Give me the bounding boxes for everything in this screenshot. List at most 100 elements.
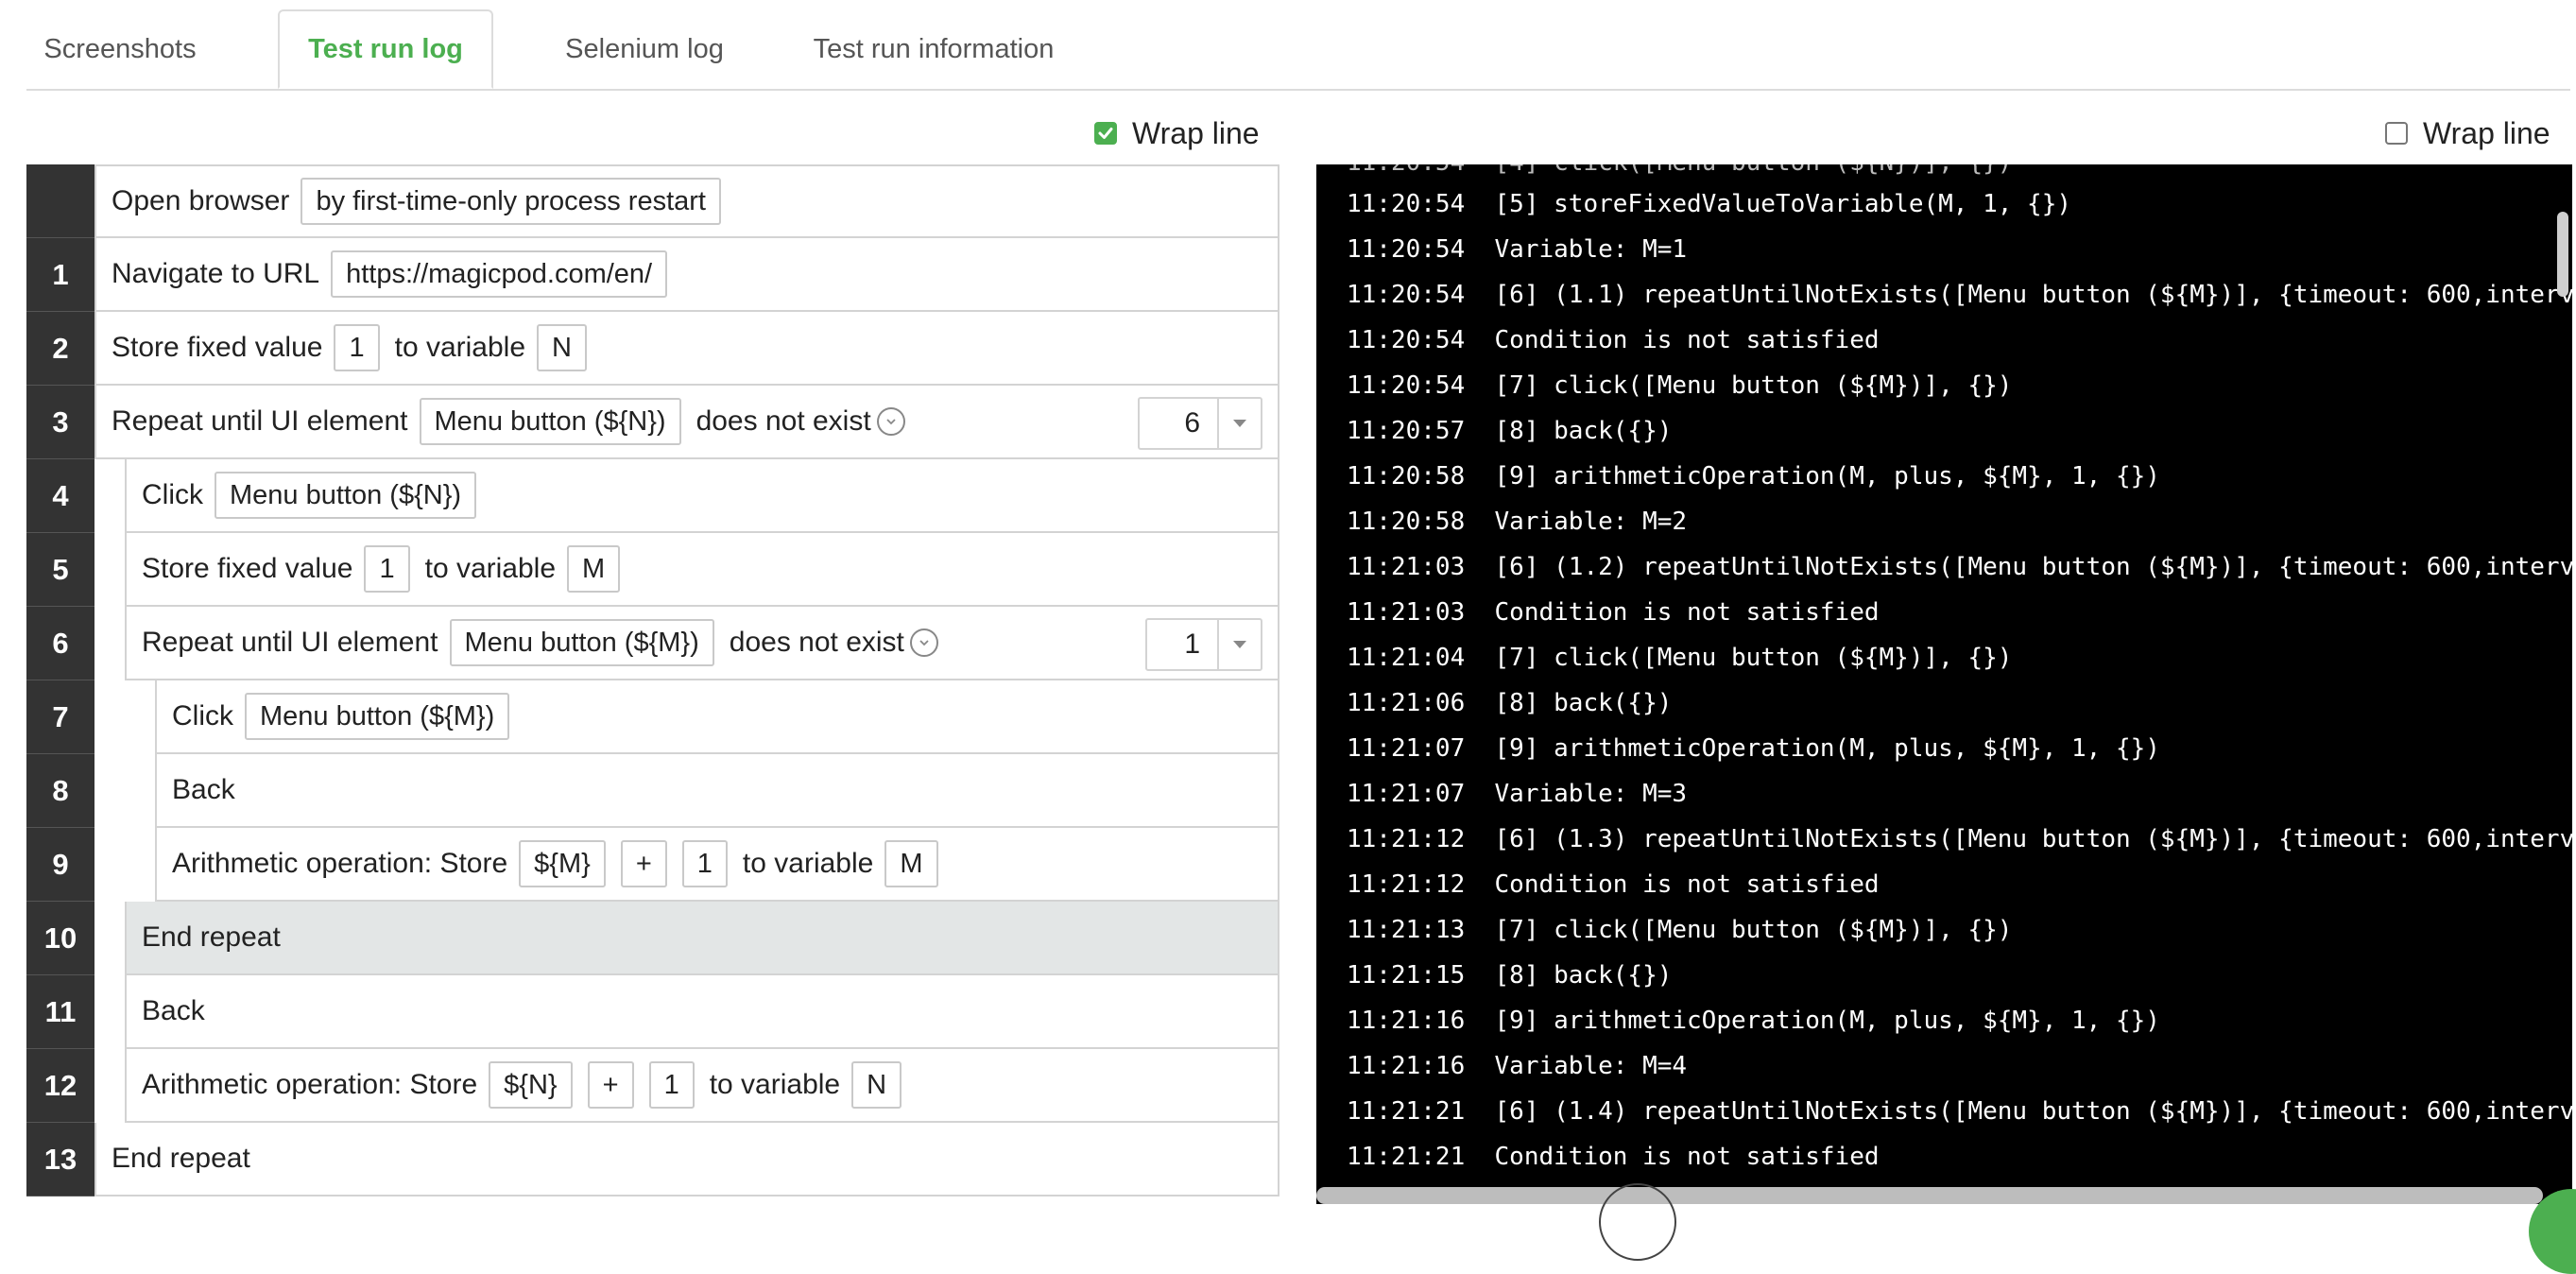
log-line: 11:20:54 [7] click([Menu button (${M})],… bbox=[1347, 371, 2013, 400]
step-number: 10 bbox=[26, 902, 94, 975]
step-number: 2 bbox=[26, 312, 94, 386]
log-line: 11:21:12 Condition is not satisfied bbox=[1347, 870, 1880, 899]
operand-a-argument[interactable]: ${M} bbox=[519, 840, 606, 887]
url-argument[interactable]: https://magicpod.com/en/ bbox=[331, 250, 668, 298]
step-label: End repeat bbox=[142, 921, 281, 953]
wrap-line-label: Wrap line bbox=[1132, 115, 1260, 150]
repeat-count-select[interactable]: 1 bbox=[1145, 618, 1262, 671]
step-content[interactable]: Navigate to URL https://magicpod.com/en/ bbox=[94, 238, 1279, 312]
dropdown-arrow-icon[interactable] bbox=[1217, 620, 1261, 669]
tab-bar: Screenshots Test run log Selenium log Te… bbox=[26, 9, 2570, 91]
step-content[interactable]: Open browser by first-time-only process … bbox=[94, 164, 1279, 238]
step-number: 7 bbox=[26, 680, 94, 754]
variable-argument[interactable]: N bbox=[851, 1061, 902, 1109]
tab-test-run-information[interactable]: Test run information bbox=[771, 9, 1096, 89]
variable-argument[interactable]: M bbox=[884, 840, 938, 887]
ui-element-argument[interactable]: Menu button (${N}) bbox=[419, 398, 681, 445]
step-label: Click bbox=[172, 700, 233, 732]
step-row[interactable]: 11 Back bbox=[26, 975, 1279, 1049]
to-variable-label: to variable bbox=[742, 848, 874, 879]
value-argument[interactable]: 1 bbox=[334, 324, 380, 371]
chevron-down-icon[interactable] bbox=[909, 628, 938, 657]
log-line: 11:21:06 [8] back({}) bbox=[1347, 689, 1673, 717]
value-argument[interactable]: 1 bbox=[364, 545, 410, 593]
step-row[interactable]: 5 Store fixed value 1 to variable M bbox=[26, 533, 1279, 607]
variable-argument[interactable]: M bbox=[567, 545, 621, 593]
operator-argument[interactable]: + bbox=[620, 840, 667, 887]
step-content[interactable]: Back bbox=[155, 754, 1279, 828]
ui-element-argument[interactable]: Menu button (${N}) bbox=[215, 472, 477, 519]
operand-b-argument[interactable]: 1 bbox=[648, 1061, 695, 1109]
tab-screenshots[interactable]: Screenshots bbox=[26, 9, 214, 89]
step-row[interactable]: 1 Navigate to URL https://magicpod.com/e… bbox=[26, 238, 1279, 312]
step-number: 11 bbox=[26, 975, 94, 1049]
test-run-log-console[interactable]: 11:20:54 [4] click([Menu button (${N})],… bbox=[1316, 164, 2572, 1204]
step-number: 6 bbox=[26, 607, 94, 680]
step-content[interactable]: Store fixed value 1 to variable N bbox=[94, 312, 1279, 386]
step-content[interactable]: Arithmetic operation: Store ${M} + 1 to … bbox=[155, 828, 1279, 902]
step-number: 13 bbox=[26, 1123, 94, 1197]
ui-element-argument[interactable]: Menu button (${M}) bbox=[245, 693, 510, 740]
repeat-count-select[interactable]: 6 bbox=[1138, 397, 1262, 450]
step-content[interactable]: Store fixed value 1 to variable M bbox=[125, 533, 1279, 607]
step-row[interactable]: 9 Arithmetic operation: Store ${M} + 1 t… bbox=[26, 828, 1279, 902]
step-label: Back bbox=[142, 995, 205, 1026]
circle-button-icon[interactable] bbox=[1599, 1183, 1676, 1261]
log-line: 11:21:15 [8] back({}) bbox=[1347, 961, 1673, 990]
step-content[interactable]: Click Menu button (${N}) bbox=[125, 459, 1279, 533]
step-number: 1 bbox=[26, 238, 94, 312]
step-row[interactable]: 13 End repeat bbox=[26, 1123, 1279, 1197]
ui-element-argument[interactable]: Menu button (${M}) bbox=[449, 619, 714, 666]
log-line: 11:21:21 [6] (1.4) repeatUntilNotExists(… bbox=[1347, 1097, 2572, 1126]
step-row[interactable]: 10 End repeat bbox=[26, 902, 1279, 975]
step-row[interactable]: 7 Click Menu button (${M}) bbox=[26, 680, 1279, 754]
checkbox-unchecked-icon[interactable] bbox=[2385, 122, 2408, 145]
log-line: 11:20:54 [5] storeFixedValueToVariable(M… bbox=[1347, 190, 2072, 218]
step-row[interactable]: 4 Click Menu button (${N}) bbox=[26, 459, 1279, 533]
step-label: Arithmetic operation: Store bbox=[172, 848, 508, 879]
left-wrap-line-toggle[interactable]: Wrap line bbox=[1094, 112, 1260, 155]
step-content[interactable]: Arithmetic operation: Store ${N} + 1 to … bbox=[125, 1049, 1279, 1123]
chevron-down-icon[interactable] bbox=[876, 407, 905, 436]
log-line: 11:20:54 [6] (1.1) repeatUntilNotExists(… bbox=[1347, 281, 2572, 309]
operand-a-argument[interactable]: ${N} bbox=[489, 1061, 573, 1109]
log-line: 11:20:57 [8] back({}) bbox=[1347, 417, 1673, 445]
log-line: 11:20:58 [9] arithmeticOperation(M, plus… bbox=[1347, 462, 2160, 491]
does-not-exist-label: does not exist bbox=[696, 405, 871, 437]
step-number: 3 bbox=[26, 386, 94, 459]
dropdown-arrow-icon[interactable] bbox=[1217, 399, 1261, 448]
log-line: 11:21:04 [7] click([Menu button (${M})],… bbox=[1347, 644, 2013, 672]
variable-argument[interactable]: N bbox=[537, 324, 587, 371]
step-content[interactable]: Repeat until UI element Menu button (${M… bbox=[125, 607, 1279, 680]
step-label: End repeat bbox=[112, 1143, 250, 1174]
log-line: 11:20:54 Condition is not satisfied bbox=[1347, 326, 1880, 354]
horizontal-scrollbar[interactable] bbox=[1316, 1187, 2543, 1204]
step-label: Arithmetic operation: Store bbox=[142, 1069, 478, 1100]
step-row[interactable]: 6 Repeat until UI element Menu button ($… bbox=[26, 607, 1279, 680]
step-row[interactable]: 3 Repeat until UI element Menu button ($… bbox=[26, 386, 1279, 459]
does-not-exist-label: does not exist bbox=[729, 627, 904, 658]
step-content[interactable]: End repeat bbox=[94, 1123, 1279, 1197]
operator-argument[interactable]: + bbox=[587, 1061, 634, 1109]
operand-b-argument[interactable]: 1 bbox=[681, 840, 728, 887]
step-row[interactable]: 8 Back bbox=[26, 754, 1279, 828]
step-row[interactable]: Open browser by first-time-only process … bbox=[26, 164, 1279, 238]
step-content[interactable]: Back bbox=[125, 975, 1279, 1049]
repeat-count-value: 6 bbox=[1184, 407, 1200, 439]
right-wrap-line-toggle[interactable]: Wrap line bbox=[2385, 112, 2550, 155]
step-content[interactable]: Click Menu button (${M}) bbox=[155, 680, 1279, 754]
step-label: Repeat until UI element bbox=[112, 405, 408, 437]
step-content[interactable]: End repeat bbox=[125, 902, 1279, 975]
step-label: Navigate to URL bbox=[112, 258, 320, 289]
test-steps-panel: Open browser by first-time-only process … bbox=[26, 164, 1279, 1212]
tab-test-run-log[interactable]: Test run log bbox=[278, 9, 493, 89]
step-row[interactable]: 2 Store fixed value 1 to variable N bbox=[26, 312, 1279, 386]
step-number: 8 bbox=[26, 754, 94, 828]
step-argument[interactable]: by first-time-only process restart bbox=[301, 178, 721, 225]
to-variable-label: to variable bbox=[709, 1069, 841, 1100]
step-row[interactable]: 12 Arithmetic operation: Store ${N} + 1 … bbox=[26, 1049, 1279, 1123]
checkbox-checked-icon[interactable] bbox=[1094, 122, 1117, 145]
tab-selenium-log[interactable]: Selenium log bbox=[524, 9, 765, 89]
vertical-scrollbar[interactable] bbox=[2557, 212, 2568, 297]
step-content[interactable]: Repeat until UI element Menu button (${N… bbox=[94, 386, 1279, 459]
